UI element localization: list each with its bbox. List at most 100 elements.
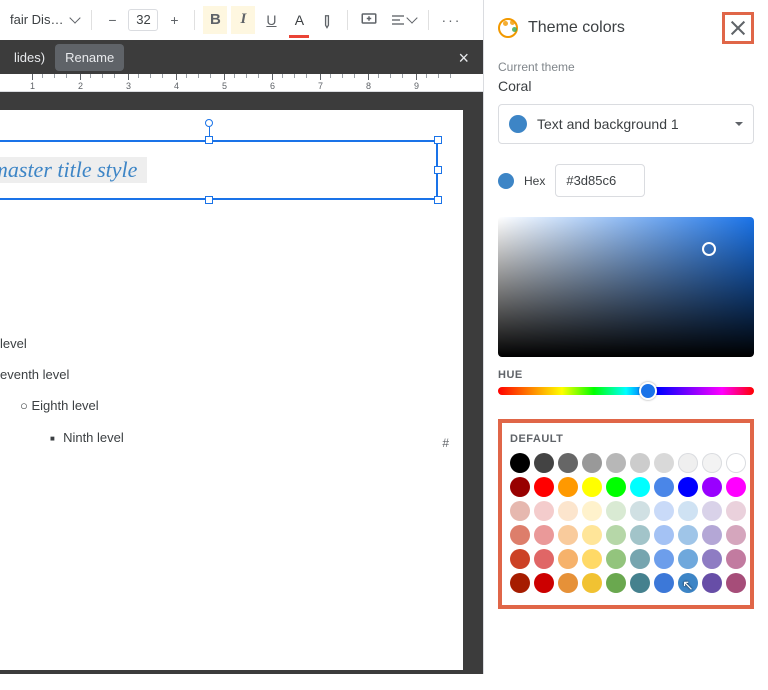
color-swatch[interactable] (630, 453, 650, 473)
color-swatch[interactable] (534, 477, 554, 497)
ruler-tick-minor (342, 74, 343, 78)
color-swatch[interactable] (534, 501, 554, 521)
font-size-increase-button[interactable]: + (162, 6, 186, 34)
color-swatch[interactable] (654, 549, 674, 569)
color-swatch[interactable] (558, 453, 578, 473)
color-swatch[interactable] (678, 573, 698, 593)
highlighter-icon[interactable] (309, 1, 346, 38)
color-swatch[interactable] (678, 477, 698, 497)
color-swatch[interactable] (630, 549, 650, 569)
color-swatch[interactable] (606, 549, 626, 569)
color-swatch[interactable] (630, 573, 650, 593)
italic-button[interactable]: I (231, 6, 255, 34)
color-swatch[interactable] (510, 573, 530, 593)
font-select[interactable]: fair Dis… (6, 6, 83, 34)
color-swatch[interactable] (726, 453, 746, 473)
color-swatch[interactable] (630, 477, 650, 497)
color-swatch[interactable] (558, 477, 578, 497)
align-button[interactable] (386, 6, 420, 34)
resize-handle[interactable] (434, 166, 442, 174)
more-button[interactable]: ··· (437, 6, 465, 34)
color-swatch[interactable] (606, 501, 626, 521)
color-swatch[interactable] (582, 477, 602, 497)
title-text[interactable]: master title style (0, 157, 147, 183)
bold-button[interactable]: B (203, 6, 227, 34)
body-placeholder[interactable]: level eventh level Eighth level Ninth le… (0, 328, 124, 453)
color-swatch[interactable] (678, 549, 698, 569)
color-swatch[interactable] (726, 573, 746, 593)
color-swatch[interactable] (654, 453, 674, 473)
saturation-value-picker[interactable] (498, 217, 754, 357)
color-swatch[interactable] (702, 501, 722, 521)
color-swatch[interactable] (702, 573, 722, 593)
color-swatch[interactable] (702, 525, 722, 545)
hex-input[interactable] (555, 164, 645, 197)
color-swatch[interactable] (678, 453, 698, 473)
color-swatch[interactable] (582, 573, 602, 593)
color-swatch[interactable] (558, 525, 578, 545)
title-placeholder[interactable]: master title style (0, 140, 438, 200)
color-swatch[interactable] (702, 453, 722, 473)
color-swatch[interactable] (702, 477, 722, 497)
color-swatch[interactable] (510, 477, 530, 497)
color-swatch[interactable] (654, 501, 674, 521)
font-size-decrease-button[interactable]: − (100, 6, 124, 34)
sv-cursor[interactable] (702, 242, 716, 256)
theme-color-select[interactable]: Text and background 1 (498, 104, 754, 144)
ruler-tick-minor (390, 74, 391, 78)
resize-handle[interactable] (434, 196, 442, 204)
color-swatch[interactable] (534, 525, 554, 545)
resize-handle[interactable] (434, 136, 442, 144)
color-swatch[interactable] (630, 501, 650, 521)
color-swatch[interactable] (726, 549, 746, 569)
color-swatch[interactable] (534, 453, 554, 473)
list-item: eventh level (0, 359, 124, 390)
rotate-handle[interactable] (205, 119, 213, 127)
close-icon[interactable]: × (458, 48, 469, 69)
color-swatch[interactable] (726, 525, 746, 545)
color-swatch[interactable] (654, 477, 674, 497)
color-swatch[interactable] (582, 453, 602, 473)
x-icon (731, 21, 745, 35)
color-swatch[interactable] (582, 549, 602, 569)
color-swatch[interactable] (558, 501, 578, 521)
color-swatch[interactable] (654, 525, 674, 545)
tab-slides[interactable]: lides) (4, 44, 55, 71)
underline-button[interactable]: U (259, 6, 283, 34)
color-swatch[interactable] (558, 549, 578, 569)
ruler-tick-minor (426, 74, 427, 78)
ruler-tick-minor (150, 74, 151, 78)
color-swatch[interactable] (606, 525, 626, 545)
color-swatch[interactable] (510, 549, 530, 569)
color-swatch[interactable] (606, 453, 626, 473)
color-swatch[interactable] (702, 549, 722, 569)
color-swatch[interactable] (558, 573, 578, 593)
insert-comment-button[interactable] (356, 6, 382, 34)
color-dot-icon (498, 173, 514, 189)
color-swatch[interactable] (678, 501, 698, 521)
text-color-button[interactable]: A (287, 6, 311, 34)
color-swatch[interactable] (606, 573, 626, 593)
color-swatch[interactable] (534, 573, 554, 593)
slide-canvas[interactable]: master title style level eventh level Ei… (0, 92, 483, 690)
color-swatch[interactable] (654, 573, 674, 593)
color-swatch[interactable] (534, 549, 554, 569)
hue-slider[interactable] (498, 387, 754, 395)
color-swatch[interactable] (726, 477, 746, 497)
color-swatch[interactable] (726, 501, 746, 521)
color-swatch[interactable] (510, 501, 530, 521)
resize-handle[interactable] (205, 136, 213, 144)
color-swatch[interactable] (582, 501, 602, 521)
tab-rename[interactable]: Rename (55, 44, 124, 71)
color-swatch[interactable] (510, 453, 530, 473)
ruler-tick-minor (186, 74, 187, 78)
color-swatch[interactable] (630, 525, 650, 545)
color-swatch[interactable] (678, 525, 698, 545)
font-size-input[interactable] (128, 9, 158, 31)
resize-handle[interactable] (205, 196, 213, 204)
hue-thumb[interactable] (639, 382, 657, 400)
close-panel-button[interactable] (722, 12, 754, 44)
color-swatch[interactable] (582, 525, 602, 545)
color-swatch[interactable] (606, 477, 626, 497)
color-swatch[interactable] (510, 525, 530, 545)
